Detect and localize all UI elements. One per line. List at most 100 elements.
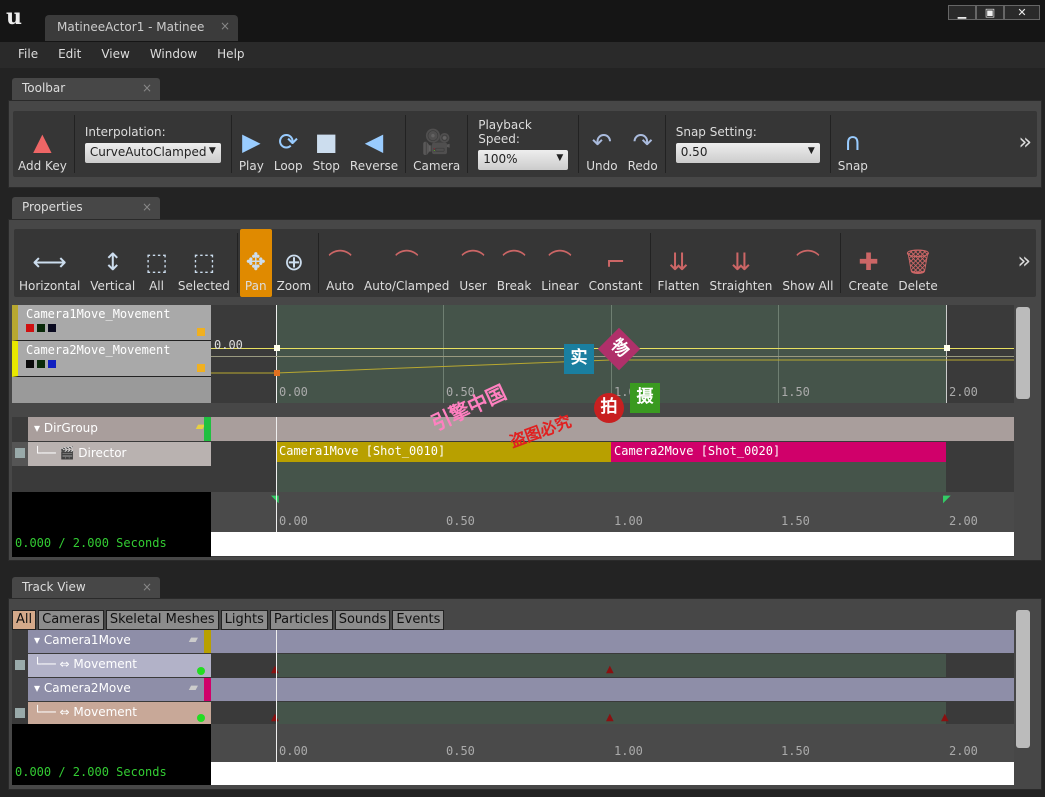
add-key-button[interactable]: ▲ Add Key — [13, 111, 72, 177]
snap-button[interactable]: ∩ Snap — [833, 111, 873, 177]
filter-skeletal-meshes[interactable]: Skeletal Meshes — [105, 610, 219, 630]
curve-track-camera1[interactable]: Camera1Move_Movement — [12, 305, 212, 341]
curve-tool-all-button[interactable]: ⬚ All — [140, 229, 173, 297]
curve-tool-selected-button[interactable]: ⬚ Selected — [173, 229, 235, 297]
curve-tool-vertical-button[interactable]: ↕ Vertical — [85, 229, 140, 297]
maximize-button[interactable]: ▣ — [976, 5, 1004, 20]
document-tab[interactable]: MatineeActor1 - Matinee × — [45, 15, 238, 41]
watermark: 摄 — [630, 383, 660, 413]
curve-tool-break-button[interactable]: ⌒ Break — [492, 229, 537, 297]
interpolation-dropdown[interactable]: CurveAutoClamped — [84, 143, 221, 163]
filter-all[interactable]: All — [12, 610, 37, 630]
curve-tool-constant-button[interactable]: ⌐ Constant — [584, 229, 648, 297]
toolbar-tab[interactable]: Toolbar × — [12, 78, 160, 100]
loop-button[interactable]: ⟳ Loop — [269, 111, 308, 177]
keyframe-marker[interactable]: ▲ — [606, 712, 614, 723]
close-button[interactable]: ✕ — [1004, 5, 1040, 20]
filter-events[interactable]: Events — [392, 610, 445, 630]
director-timeline-ruler[interactable]: 0.00 0.50 1.00 1.50 2.00 ◥ ◤ — [211, 492, 1014, 532]
green-channel-toggle[interactable] — [37, 360, 45, 368]
snap-setting-dropdown[interactable]: 0.50 — [675, 143, 820, 163]
close-icon[interactable]: × — [142, 81, 152, 95]
shot-camera2[interactable]: Camera2Move [Shot_0020] — [611, 442, 946, 462]
time-readout-area: 0.000 / 2.000 Seconds — [12, 492, 211, 557]
label: Linear — [541, 279, 579, 293]
start-marker-icon[interactable]: ◥ — [271, 494, 279, 505]
close-icon[interactable]: × — [142, 580, 152, 594]
curve-tool-delete-button[interactable]: 🗑 Delete — [893, 229, 942, 297]
keyframe-marker[interactable]: ▲ — [271, 712, 279, 723]
trackview-timeline-ruler[interactable]: 0.00 0.50 1.00 1.50 2.00 — [211, 724, 1014, 762]
reverse-button[interactable]: ◀ Reverse — [345, 111, 403, 177]
curve-track-camera2[interactable]: Camera2Move_Movement — [12, 341, 212, 377]
track-row-camera1-movement[interactable]: └── ⇔ Movement — [28, 654, 211, 677]
menu-view[interactable]: View — [91, 42, 139, 68]
blue-channel-toggle[interactable] — [48, 360, 56, 368]
curve-tool-linear-button[interactable]: ⌒ Linear — [536, 229, 583, 297]
curve-visibility-toggle[interactable] — [197, 328, 205, 336]
track-checkbox[interactable] — [15, 708, 25, 718]
keyframe-marker[interactable]: ▲ — [606, 664, 614, 675]
menu-edit[interactable]: Edit — [48, 42, 91, 68]
curve-tool-horizontal-button[interactable]: ⟷ Horizontal — [14, 229, 85, 297]
curve-key[interactable] — [944, 345, 950, 351]
trackview-scrollbar[interactable] — [1016, 610, 1030, 748]
properties-tab[interactable]: Properties × — [12, 197, 160, 219]
curve-tool-auto-clamped-button[interactable]: ⌒ Auto/Clamped — [359, 229, 454, 297]
curve-tool-pan-button[interactable]: ✥ Pan — [239, 229, 272, 297]
playhead[interactable] — [276, 417, 277, 532]
curve-scrollbar[interactable] — [1016, 307, 1030, 399]
menu-help[interactable]: Help — [207, 42, 254, 68]
curve-tool-auto-button[interactable]: ⌒ Auto — [321, 229, 359, 297]
director-checkbox[interactable] — [12, 442, 28, 466]
scroll-strip[interactable] — [211, 532, 1014, 556]
menu-window[interactable]: Window — [140, 42, 207, 68]
group-row-camera1[interactable]: ▾ Camera1Move ▰ — [28, 630, 204, 653]
camera-button[interactable]: 🎥 Camera — [408, 111, 465, 177]
undo-icon: ↶ — [591, 128, 612, 156]
curve-tool-create-button[interactable]: ✚ Create — [843, 229, 893, 297]
curve-track-name: Camera2Move_Movement — [26, 343, 171, 357]
properties-overflow-button[interactable]: » — [1013, 229, 1036, 297]
close-icon[interactable]: × — [142, 200, 152, 214]
toolbar-overflow-button[interactable]: » — [1014, 111, 1037, 177]
curve-tool-user-button[interactable]: ⌒ User — [454, 229, 491, 297]
curve-tool-zoom-button[interactable]: ⊕ Zoom — [272, 229, 317, 297]
play-button[interactable]: ▶ Play — [234, 111, 269, 177]
filter-sounds[interactable]: Sounds — [334, 610, 391, 630]
value-label: 0.00 — [214, 338, 243, 352]
undo-button[interactable]: ↶ Undo — [581, 111, 622, 177]
scroll-strip[interactable] — [211, 762, 1014, 785]
keyframe-marker[interactable]: ▲ — [271, 664, 279, 675]
blue-channel-toggle[interactable] — [48, 324, 56, 332]
filter-particles[interactable]: Particles — [269, 610, 333, 630]
red-channel-toggle[interactable] — [26, 360, 34, 368]
dirgroup-row[interactable]: ▾ DirGroup ▰ — [28, 417, 211, 441]
curve-key[interactable] — [274, 345, 280, 351]
redo-button[interactable]: ↷ Redo — [623, 111, 663, 177]
track-checkbox[interactable] — [15, 660, 25, 670]
close-tab-icon[interactable]: × — [220, 19, 230, 33]
track-row-camera2-movement[interactable]: └── ⇔ Movement — [28, 702, 211, 724]
stop-button[interactable]: ■ Stop — [308, 111, 345, 177]
group-row-camera2[interactable]: ▾ Camera2Move ▰ — [28, 678, 204, 701]
curve-key[interactable] — [274, 370, 280, 376]
curve-visibility-toggle[interactable] — [197, 364, 205, 372]
red-channel-toggle[interactable] — [26, 324, 34, 332]
trackview-tab[interactable]: Track View × — [12, 577, 160, 599]
curve-tool-show-all-button[interactable]: ⌒ Show All — [777, 229, 838, 297]
director-track-row[interactable]: └── 🎬 Director — [28, 442, 211, 466]
menu-file[interactable]: File — [8, 42, 48, 68]
minimize-button[interactable]: ▁ — [948, 5, 976, 20]
end-marker-icon[interactable]: ◤ — [943, 494, 951, 505]
curve-tool-straighten-button[interactable]: ⇊ Straighten — [705, 229, 778, 297]
playhead[interactable] — [276, 630, 277, 762]
keyframe-marker[interactable]: ▲ — [941, 712, 949, 723]
curve-tool-flatten-button[interactable]: ⇊ Flatten — [653, 229, 705, 297]
filter-cameras[interactable]: Cameras — [38, 610, 104, 630]
filter-lights[interactable]: Lights — [220, 610, 268, 630]
playback-speed-dropdown[interactable]: 100% — [478, 150, 569, 170]
label: Auto/Clamped — [364, 279, 450, 293]
shot-camera1[interactable]: Camera1Move [Shot_0010] — [276, 442, 611, 462]
green-channel-toggle[interactable] — [37, 324, 45, 332]
